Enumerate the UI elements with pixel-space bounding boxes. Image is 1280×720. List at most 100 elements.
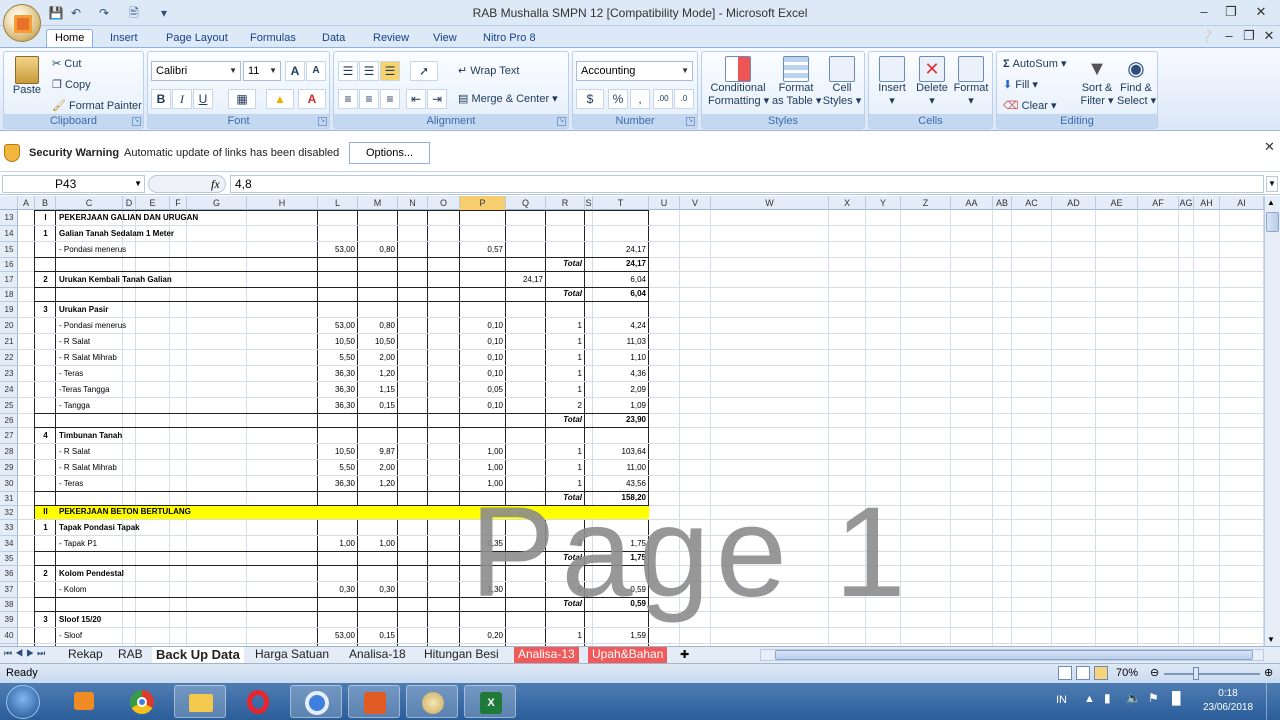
number-launcher-icon[interactable]: ↘ <box>686 117 695 126</box>
opera-icon[interactable] <box>232 685 284 718</box>
tab-formulas[interactable]: Formulas <box>241 29 305 48</box>
cell-t26[interactable]: 23,90 <box>596 413 646 427</box>
cell-p22[interactable]: 0,10 <box>463 351 503 365</box>
cell-p40[interactable]: 0,20 <box>463 629 503 643</box>
cell-p34[interactable]: 0,35 <box>463 537 503 551</box>
cell-c23[interactable]: - Teras <box>59 367 120 381</box>
cell-r21[interactable]: 1 <box>549 335 582 349</box>
cell-l21[interactable]: 10,50 <box>321 335 355 349</box>
show-desktop-button[interactable] <box>1266 683 1280 720</box>
cell-l37[interactable]: 0,30 <box>321 583 355 597</box>
cell-c21[interactable]: - R Salat <box>59 335 120 349</box>
cell-t17[interactable]: 6,04 <box>596 273 646 287</box>
fill-color-button[interactable]: ▲ <box>266 89 294 109</box>
row-header-22[interactable]: 22 <box>0 350 18 366</box>
tab-data[interactable]: Data <box>313 29 354 48</box>
italic-button[interactable]: I <box>172 89 192 109</box>
percent-button[interactable]: % <box>608 89 628 109</box>
cell-t34[interactable]: 1,75 <box>596 537 646 551</box>
cell-q17[interactable]: 24,17 <box>509 273 543 287</box>
delete-cells-button[interactable]: ✕ Delete ▾ <box>913 56 951 107</box>
column-header-c[interactable]: C <box>56 196 123 210</box>
row-header-26[interactable]: 26 <box>0 414 18 428</box>
page-break-view-icon[interactable] <box>1094 666 1108 680</box>
column-header-af[interactable]: AF <box>1138 196 1179 210</box>
cell-t35[interactable]: 1,75 <box>596 551 646 565</box>
cell-t23[interactable]: 4,36 <box>596 367 646 381</box>
cell-r23[interactable]: 1 <box>549 367 582 381</box>
alignment-launcher-icon[interactable]: ↘ <box>557 117 566 126</box>
volume-icon[interactable]: 🔈 <box>1126 691 1141 705</box>
restore-icon[interactable]: ❐ <box>1220 3 1242 21</box>
cell-c15[interactable]: - Pondasi menerus <box>59 243 126 257</box>
cell-t29[interactable]: 11,00 <box>596 461 646 475</box>
sheet-tab-rekap[interactable]: Rekap <box>64 647 107 663</box>
cut-button[interactable]: ✂ Cut <box>52 57 81 70</box>
column-header-ac[interactable]: AC <box>1012 196 1052 210</box>
cell-p25[interactable]: 0,10 <box>463 399 503 413</box>
row-header-40[interactable]: 40 <box>0 628 18 644</box>
cell-t30[interactable]: 43,56 <box>596 477 646 491</box>
cell-c33[interactable]: Tapak Pondasi Tapak <box>59 521 140 535</box>
cell-c27[interactable]: Timbunan Tanah <box>59 429 122 443</box>
find-select-button[interactable]: ◉ Find & Select ▾ <box>1117 56 1156 107</box>
conditional-formatting-button[interactable]: Conditional Formatting ▾ <box>708 56 769 107</box>
column-header-ab[interactable]: AB <box>993 196 1012 210</box>
cell-m21[interactable]: 10,50 <box>361 335 395 349</box>
increase-indent-button[interactable]: ⇥ <box>427 89 447 109</box>
cell-r34[interactable]: 5 <box>549 537 582 551</box>
column-header-aa[interactable]: AA <box>951 196 993 210</box>
tab-home[interactable]: Home <box>46 29 94 48</box>
cell-l15[interactable]: 53,00 <box>321 243 355 257</box>
align-middle-button[interactable]: ☰ <box>359 61 379 81</box>
cell-p23[interactable]: 0,10 <box>463 367 503 381</box>
cell-m37[interactable]: 0,30 <box>361 583 395 597</box>
cell-t31[interactable]: 158,20 <box>596 491 646 505</box>
cell-c39[interactable]: Sloof 15/20 <box>59 613 120 627</box>
font-launcher-icon[interactable]: ↘ <box>318 117 327 126</box>
font-family-select[interactable]: Calibri ▼ <box>151 61 241 81</box>
sheet-tab-rab[interactable]: RAB <box>114 647 147 663</box>
cell-m29[interactable]: 2,00 <box>361 461 395 475</box>
insert-sheet-icon[interactable]: ✚ <box>680 648 689 661</box>
sheet-tab-upah-bahan[interactable]: Upah&Bahan <box>588 647 668 663</box>
row-header-21[interactable]: 21 <box>0 334 18 350</box>
cell-r18[interactable]: Total <box>549 287 582 301</box>
row-header-16[interactable]: 16 <box>0 258 18 272</box>
currency-button[interactable]: $ <box>576 89 604 109</box>
ribbon-restore-icon[interactable]: ❐ <box>1238 27 1260 45</box>
cell-r28[interactable]: 1 <box>549 445 582 459</box>
clock[interactable]: 0:18 23/06/2018 <box>1200 687 1256 715</box>
tray-arrow-icon[interactable]: ▲ <box>1084 693 1095 705</box>
font-color-button[interactable]: A <box>298 89 326 109</box>
cell-c37[interactable]: - Kolom <box>59 583 120 597</box>
column-header-o[interactable]: O <box>428 196 460 210</box>
clear-button[interactable]: ⌫ Clear ▾ <box>1003 99 1057 112</box>
cell-m20[interactable]: 0,80 <box>361 319 395 333</box>
cell-t40[interactable]: 1,59 <box>596 629 646 643</box>
cell-c20[interactable]: - Pondasi menerus <box>59 319 126 333</box>
cell-t28[interactable]: 103,64 <box>596 445 646 459</box>
column-header-ah[interactable]: AH <box>1194 196 1220 210</box>
zoom-slider[interactable] <box>1164 673 1260 675</box>
cell-r24[interactable]: 1 <box>549 383 582 397</box>
format-painter-button[interactable]: 🖌 Format Painter <box>52 99 142 112</box>
worksheet-grid[interactable]: I PEKERJAAN GALIAN DAN URUGAN 1 Galian Tana… <box>18 210 1264 646</box>
wrap-text-button[interactable]: ↵ Wrap Text <box>458 64 519 77</box>
cell-c29[interactable]: - R Salat Mihrab <box>59 461 120 475</box>
autosum-button[interactable]: Σ AutoSum ▾ <box>1003 57 1067 70</box>
row-header-23[interactable]: 23 <box>0 366 18 382</box>
tab-page-layout[interactable]: Page Layout <box>157 29 237 48</box>
cell-b32[interactable]: II <box>38 505 53 519</box>
column-header-t[interactable]: T <box>593 196 649 210</box>
column-header-ae[interactable]: AE <box>1096 196 1138 210</box>
cell-b33[interactable]: 1 <box>38 521 53 535</box>
file-explorer-icon[interactable] <box>174 685 226 718</box>
decrease-decimal-button[interactable]: .0 <box>674 89 694 109</box>
cell-p15[interactable]: 0,57 <box>463 243 503 257</box>
tab-nitro-pro[interactable]: Nitro Pro 8 <box>474 29 545 48</box>
cell-l34[interactable]: 1,00 <box>321 537 355 551</box>
fill-button[interactable]: ⬇ Fill ▾ <box>1003 78 1038 91</box>
column-header-ag[interactable]: AG <box>1179 196 1194 210</box>
battery-icon[interactable]: █ <box>1172 691 1181 705</box>
